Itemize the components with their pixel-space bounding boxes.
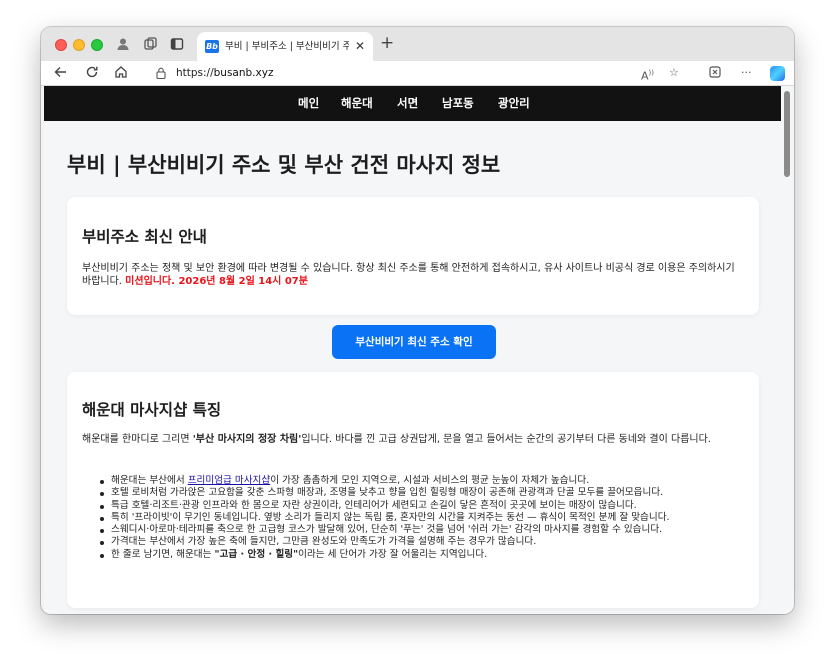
tab-actions-icon[interactable] [169,36,185,52]
list-item: 스웨디시·아로마·테라피를 축으로 한 고급형 코스가 발달해 있어, 단순히 … [97,524,752,536]
star-icon[interactable]: ☆ [669,65,679,81]
url-host: busanb.xyz [213,67,274,79]
page-scrollbar[interactable] [781,86,794,614]
extensions-icon[interactable] [708,65,722,84]
scrollbar-thumb[interactable] [784,91,790,177]
notice-heading: 부비주소 최신 안내 [82,228,207,246]
more-icon[interactable]: ··· [741,65,752,81]
profile-icon[interactable] [115,36,131,52]
notice-body: 부산비비기 주소는 정책 및 보안 환경에 따라 변경될 수 있습니다. 항상 … [82,262,744,288]
last-post: 이라는 세 단어가 가장 잘 어울리는 지역입니다. [298,548,488,560]
list-item: 특히 '프라이빗'이 무기인 동네입니다. 옆방 소리가 들리지 않는 독립 룸… [97,512,752,524]
close-window-button[interactable] [55,39,67,51]
tab-bar: Bb 부비 | 부비주소 | 부산비비기 주소 안내 ✕ + [41,27,794,61]
site-favicon-icon: Bb [205,40,219,53]
browser-window: Bb 부비 | 부비주소 | 부산비비기 주소 안내 ✕ + https://b… [41,27,794,614]
minimize-window-button[interactable] [73,39,85,51]
feature-intro: 해운대를 한마디로 그리면 '부산 마사지의 정장 차림'입니다. 바다를 낀 … [82,433,744,446]
feature-card: 해운대 마사지샵 특징 해운대를 한마디로 그리면 '부산 마사지의 정장 차림… [67,372,759,608]
tab-title: 부비 | 부비주소 | 부산비비기 주소 안내 [225,41,349,52]
check-address-button[interactable]: 부산비비기 최신 주소 확인 [332,325,496,359]
feature-heading: 해운대 마사지샵 특징 [82,401,222,419]
list-item: 한 줄로 남기면, 해운대는 "고급 · 안정 · 힐링"이라는 세 단어가 가… [97,549,752,561]
copilot-icon[interactable] [770,66,785,81]
list-item: 호텔 로비처럼 가라앉은 고요함을 갖춘 스파형 매장과, 조명을 낮추고 향을… [97,487,752,499]
page-viewport: 메인 해운대 서면 남포동 광안리 부비 | 부산비비기 주소 및 부산 건전 … [44,86,781,614]
refresh-icon[interactable] [85,65,99,83]
premium-massage-link[interactable]: 프리미엄급 마사지샵 [188,475,271,486]
address-bar[interactable]: https://busanb.xyz [146,64,586,83]
item1-pre: 해운대는 부산에서 [111,475,188,486]
list-item: 특급 호텔·리조트·관광 인프라와 한 몸으로 자란 상권이라, 인테리어가 세… [97,500,752,512]
notice-alert: 미션입니다. 2026년 8월 2일 14시 07분 [125,276,308,287]
workspaces-icon[interactable] [142,36,158,52]
nav-item-main[interactable]: 메인 [298,96,319,111]
notice-card: 부비주소 최신 안내 부산비비기 주소는 정책 및 보안 환경에 따라 변경될 … [67,197,759,315]
nav-item-gwangalli[interactable]: 광안리 [498,96,530,111]
nav-item-haeundae[interactable]: 해운대 [341,96,373,111]
navigation-bar: https://busanb.xyz A)) ☆ ··· [41,61,794,86]
read-aloud-icon[interactable]: A)) [641,65,654,85]
new-tab-icon[interactable]: + [380,34,394,52]
tab-active[interactable]: Bb 부비 | 부비주소 | 부산비비기 주소 안내 ✕ [197,32,373,61]
feature-list: 해운대는 부산에서 프리미엄급 마사지샵이 가장 촘촘하게 모인 지역으로, 시… [97,475,752,561]
intro-pre: 해운대를 한마디로 그리면 [82,434,193,445]
url-scheme: https:// [176,67,214,79]
site-navigation: 메인 해운대 서면 남포동 광안리 [44,86,781,121]
nav-item-nampodong[interactable]: 남포동 [442,96,474,111]
tab-close-icon[interactable]: ✕ [355,39,365,53]
list-item: 해운대는 부산에서 프리미엄급 마사지샵이 가장 촘촘하게 모인 지역으로, 시… [97,475,752,487]
home-icon[interactable] [114,65,128,83]
nav-item-seomyeon[interactable]: 서면 [397,96,418,111]
lock-icon[interactable] [156,67,166,83]
back-arrow-icon[interactable] [54,65,68,83]
last-pre: 한 줄로 남기면, 해운대는 [111,548,215,560]
intro-bold: '부산 마사지의 정장 차림' [192,434,302,445]
page-title: 부비 | 부산비비기 주소 및 부산 건전 마사지 정보 [67,153,501,177]
last-bold: "고급 · 안정 · 힐링" [214,548,299,560]
list-item: 가격대는 부산에서 가장 높은 축에 들지만, 그만큼 완성도와 만족도가 가격… [97,536,752,548]
maximize-window-button[interactable] [91,39,103,51]
intro-post: 입니다. 바다를 낀 고급 상권답게, 문을 열고 들어서는 순간의 공기부터 … [301,434,711,445]
url-text: https://busanb.xyz [176,67,273,80]
item1-post: 이 가장 촘촘하게 모인 지역으로, 시설과 서비스의 평균 눈높이 자체가 높… [270,475,590,486]
